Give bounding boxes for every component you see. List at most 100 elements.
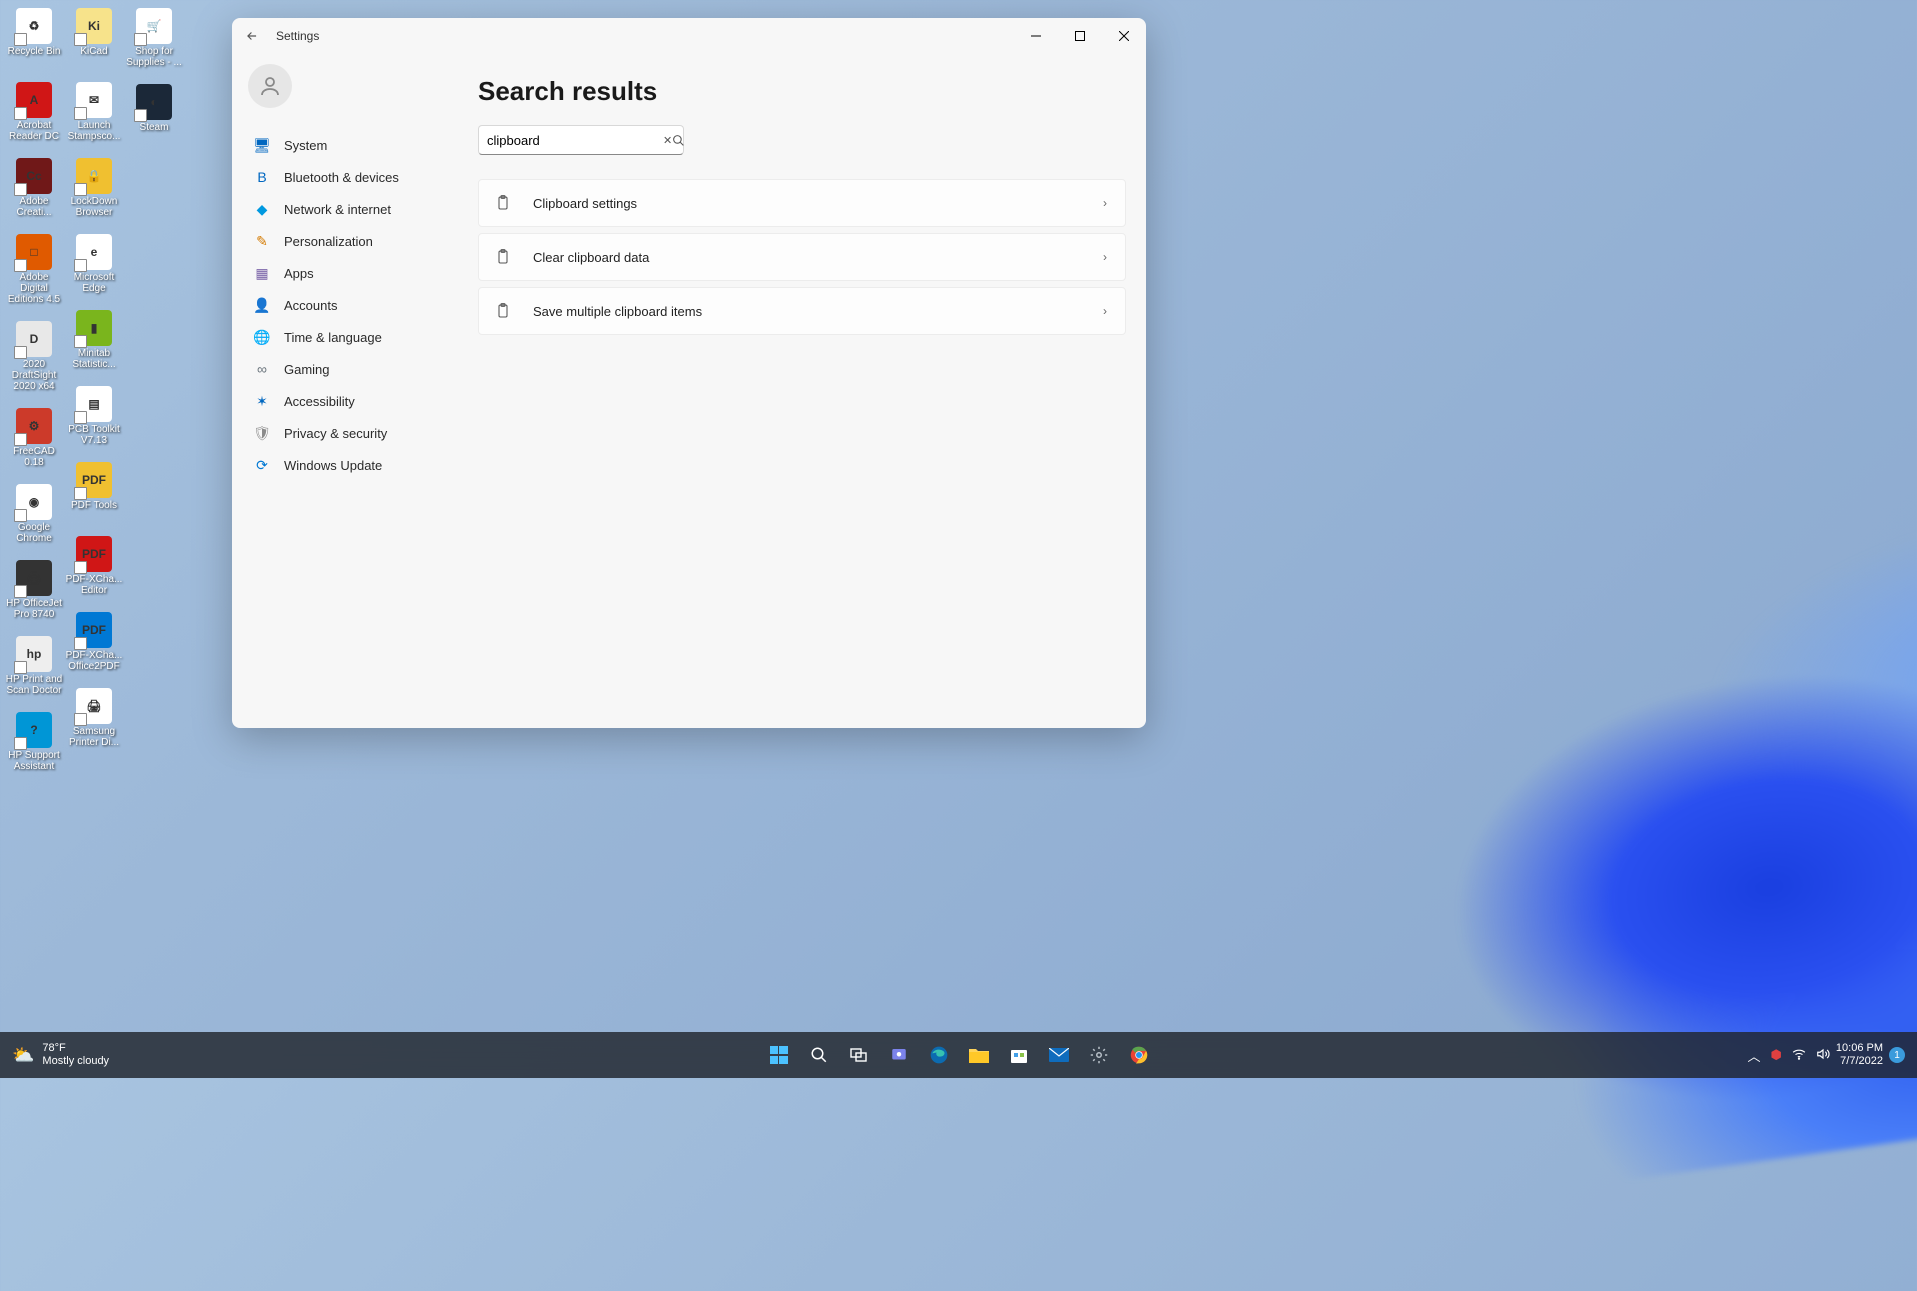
desktop-icon[interactable]: ▮ Minitab Statistic...	[64, 308, 124, 372]
clipboard-icon	[493, 301, 513, 321]
search-clear-icon[interactable]: ✕	[663, 126, 672, 154]
nav-icon: 🛡	[254, 425, 270, 441]
nav-item-personalization[interactable]: ✎ Personalization	[244, 226, 470, 256]
desktop-icon-label: 2020 DraftSight 2020 x64	[5, 359, 63, 392]
desktop-icon[interactable]: D 2020 DraftSight 2020 x64	[4, 319, 64, 394]
main-content: Search results ✕ Clipboard settings › Cl…	[478, 54, 1146, 728]
desktop: ♻ Recycle Bin A Acrobat Reader DC Cc Adobe…	[0, 0, 188, 780]
sidebar: 🖥 SystemB Bluetooth & devices◆ Network &…	[232, 54, 478, 728]
clock-time: 10:06 PM	[1836, 1042, 1883, 1055]
desktop-icon[interactable]: ◉ Google Chrome	[4, 482, 64, 546]
chevron-right-icon: ›	[1103, 304, 1107, 318]
page-title: Search results	[478, 76, 1126, 107]
desktop-icon[interactable]: ◐ Steam	[124, 82, 184, 144]
result-item[interactable]: Clear clipboard data ›	[478, 233, 1126, 281]
nav-icon: ⟳	[254, 457, 270, 473]
tray-security-icon[interactable]: ⬢	[1771, 1047, 1782, 1063]
desktop-icon[interactable]: PDF PDF-XCha... Editor	[64, 534, 124, 598]
desktop-icon[interactable]: 🖨 HP OfficeJet Pro 8740	[4, 558, 64, 622]
nav-label: Gaming	[284, 362, 330, 377]
taskbar-chat[interactable]	[881, 1037, 917, 1073]
desktop-icon-label: Launch Stampsco...	[65, 120, 123, 142]
desktop-icon[interactable]: 🔒 LockDown Browser	[64, 156, 124, 220]
desktop-icon[interactable]: A Acrobat Reader DC	[4, 80, 64, 144]
desktop-icon[interactable]: Ki KiCad	[64, 6, 124, 68]
weather-icon: ⛅	[12, 1045, 34, 1066]
back-button[interactable]	[242, 26, 262, 46]
result-item[interactable]: Save multiple clipboard items ›	[478, 287, 1126, 335]
desktop-icon-label: Adobe Creati...	[5, 196, 63, 218]
desktop-icon[interactable]: ▤ PCB Toolkit V7.13	[64, 384, 124, 448]
desktop-icon-label: HP Print and Scan Doctor	[5, 674, 63, 696]
maximize-button[interactable]	[1058, 21, 1102, 51]
taskbar-edge[interactable]	[921, 1037, 957, 1073]
nav-item-gaming[interactable]: ∞ Gaming	[244, 354, 470, 384]
app-icon: PDF	[76, 462, 112, 498]
result-item[interactable]: Clipboard settings ›	[478, 179, 1126, 227]
taskbar-chrome[interactable]	[1121, 1037, 1157, 1073]
desktop-icon-label: Samsung Printer Di...	[65, 726, 123, 748]
app-icon: 🛒	[136, 8, 172, 44]
desktop-icon[interactable]: e Microsoft Edge	[64, 232, 124, 296]
desktop-icon-label: PDF-XCha... Editor	[65, 574, 123, 596]
app-icon: hp	[16, 636, 52, 672]
taskbar-store[interactable]	[1001, 1037, 1037, 1073]
nav-label: Bluetooth & devices	[284, 170, 399, 185]
nav-label: Accounts	[284, 298, 337, 313]
desktop-icon[interactable]: 🖨 Samsung Printer Di...	[64, 686, 124, 750]
nav-item-apps[interactable]: ▦ Apps	[244, 258, 470, 288]
desktop-icon-label: Recycle Bin	[8, 46, 61, 57]
app-icon: ◉	[16, 484, 52, 520]
nav-item-windows-update[interactable]: ⟳ Windows Update	[244, 450, 470, 480]
minimize-button[interactable]	[1014, 21, 1058, 51]
nav-item-network-internet[interactable]: ◆ Network & internet	[244, 194, 470, 224]
nav-label: Accessibility	[284, 394, 355, 409]
settings-window: Settings 🖥 SystemB Bluetooth & devices◆ …	[232, 18, 1146, 728]
desktop-icon-label: Google Chrome	[5, 522, 63, 544]
taskbar-search[interactable]	[801, 1037, 837, 1073]
desktop-icon-label: HP Support Assistant	[5, 750, 63, 772]
user-avatar[interactable]	[248, 64, 292, 108]
desktop-icon-label: PCB Toolkit V7.13	[65, 424, 123, 446]
notification-badge[interactable]: 1	[1889, 1047, 1905, 1063]
nav-item-time-language[interactable]: 🌐 Time & language	[244, 322, 470, 352]
nav-item-accessibility[interactable]: ✶ Accessibility	[244, 386, 470, 416]
app-icon: Ki	[76, 8, 112, 44]
desktop-icon[interactable]: hp HP Print and Scan Doctor	[4, 634, 64, 698]
desktop-icon[interactable]: Cc Adobe Creati...	[4, 156, 64, 220]
desktop-icon[interactable]: ⚙ FreeCAD 0.18	[4, 406, 64, 470]
nav-item-bluetooth-devices[interactable]: B Bluetooth & devices	[244, 162, 470, 192]
wifi-icon[interactable]	[1792, 1047, 1806, 1064]
desktop-icon[interactable]: ✉ Launch Stampsco...	[64, 80, 124, 144]
app-icon: ▤	[76, 386, 112, 422]
close-button[interactable]	[1102, 21, 1146, 51]
taskbar-clock[interactable]: 10:06 PM 7/7/2022	[1836, 1042, 1883, 1067]
task-view[interactable]	[841, 1037, 877, 1073]
desktop-icon[interactable]: ? HP Support Assistant	[4, 710, 64, 774]
desktop-icon[interactable]: PDF PDF-XCha... Office2PDF	[64, 610, 124, 674]
nav-icon: ▦	[254, 265, 270, 281]
app-icon: ◐	[136, 84, 172, 120]
start-button[interactable]	[761, 1037, 797, 1073]
taskbar-mail[interactable]	[1041, 1037, 1077, 1073]
desktop-icon[interactable]: 🛒 Shop for Supplies - ...	[124, 6, 184, 70]
tray-chevron-up-icon[interactable]: ︿	[1748, 1046, 1761, 1065]
nav-item-privacy-security[interactable]: 🛡 Privacy & security	[244, 418, 470, 448]
app-icon: 🖨	[16, 560, 52, 596]
chevron-right-icon: ›	[1103, 250, 1107, 264]
desktop-icon[interactable]: □ Adobe Digital Editions 4.5	[4, 232, 64, 307]
volume-icon[interactable]	[1816, 1047, 1830, 1064]
result-label: Save multiple clipboard items	[533, 304, 702, 319]
desktop-icon[interactable]: PDF PDF Tools	[64, 460, 124, 522]
desktop-icon[interactable]: ♻ Recycle Bin	[4, 6, 64, 68]
search-icon[interactable]	[672, 126, 685, 154]
search-input[interactable]	[487, 133, 663, 148]
weather-temp: 78°F	[42, 1042, 109, 1055]
nav-item-system[interactable]: 🖥 System	[244, 130, 470, 160]
taskbar-settings[interactable]	[1081, 1037, 1117, 1073]
search-box[interactable]: ✕	[478, 125, 684, 155]
taskbar-explorer[interactable]	[961, 1037, 997, 1073]
weather-widget[interactable]: ⛅ 78°F Mostly cloudy	[0, 1042, 109, 1067]
clipboard-icon	[493, 247, 513, 267]
nav-item-accounts[interactable]: 👤 Accounts	[244, 290, 470, 320]
